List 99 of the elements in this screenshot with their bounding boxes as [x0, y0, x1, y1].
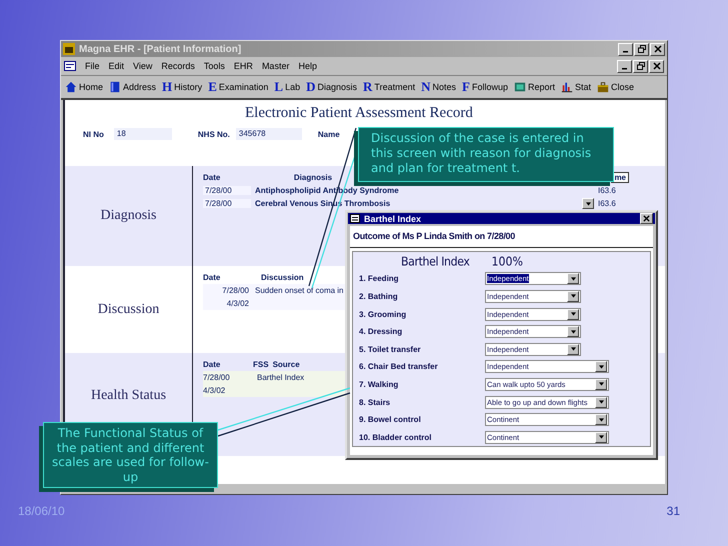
app-icon: [63, 43, 75, 55]
toolbar-button[interactable]: F Followup: [462, 81, 508, 93]
field-label: NI No: [83, 130, 104, 138]
menu-item[interactable]: Edit: [108, 61, 124, 71]
menu-item[interactable]: Master: [262, 61, 290, 71]
caret-icon: [586, 202, 590, 206]
caret-icon: [598, 382, 604, 386]
field-label: Name: [318, 130, 340, 138]
column-header: Date: [203, 172, 222, 182]
form-icon: [350, 214, 360, 224]
item-label: 10. Bladder control: [359, 432, 432, 442]
document-icon: [64, 60, 76, 72]
item-label: 2. Bathing: [359, 292, 399, 301]
item-label: 1. Feeding: [359, 274, 400, 284]
item-label: 3. Grooming: [359, 310, 408, 319]
minimize-button[interactable]: [617, 60, 632, 72]
caret-icon: [570, 276, 576, 281]
menu-item[interactable]: File: [85, 61, 100, 71]
table-cell-text: 7/28/00: [221, 286, 250, 295]
table-cell: Sudden onset of coma in: [255, 286, 344, 295]
dialog-title: Barthel Index: [364, 214, 422, 224]
close-button[interactable]: [640, 213, 653, 224]
letter-icon: E: [208, 81, 217, 93]
caret-icon: [570, 312, 576, 316]
window-title: Magna EHR - [Patient Information]: [79, 44, 242, 54]
section-title: Diagnosis: [65, 166, 193, 266]
column-header: Date: [203, 272, 222, 282]
toolbar-button[interactable]: D Diagnosis: [306, 81, 358, 93]
slide-date: 18/06/10: [18, 504, 65, 518]
item-label: 5. Toilet transfer: [359, 344, 422, 354]
table-cell-text: 4/3/02: [226, 299, 250, 308]
nhs-number-field[interactable]: 345678: [236, 128, 302, 140]
house-icon: [65, 81, 77, 93]
letter-icon: D: [306, 81, 316, 93]
score-label: Barthel Index: [401, 254, 470, 271]
toolbar-button[interactable]: Close: [597, 81, 634, 93]
outcome-heading: Outcome of Ms P Linda Smith on 7/28/00: [350, 226, 653, 248]
book-icon: [109, 81, 122, 93]
item-label: 9. Bowel control: [359, 415, 422, 424]
table-cell-text: I63.6: [598, 199, 617, 208]
item-label: 7. Walking: [359, 380, 400, 389]
item-label: 6. Chair Bed transfer: [359, 362, 439, 372]
letter-icon: F: [462, 81, 470, 93]
table-cell-text: 4/3/02: [203, 386, 226, 395]
briefcase-icon: [597, 81, 610, 93]
menu-item[interactable]: Tools: [204, 61, 225, 71]
table-cell-text: I63.6: [598, 186, 617, 195]
table-cell: 7/28/00: [203, 186, 251, 195]
close-icon: [652, 62, 660, 70]
bar-chart-icon: [561, 81, 573, 93]
caret-icon: [598, 364, 604, 369]
toolbar-button[interactable]: E Examination: [208, 81, 268, 93]
letter-icon: H: [162, 81, 172, 93]
toolbar-button[interactable]: R Treatment: [363, 81, 416, 93]
restore-button[interactable]: [633, 60, 648, 72]
column-header: Discussion: [261, 272, 304, 282]
column-header: Source: [272, 360, 300, 368]
table-cell: 7/28/00: [203, 199, 251, 208]
toolbar-button[interactable]: Report: [514, 81, 555, 93]
column-header: Date: [203, 360, 222, 368]
menu-item[interactable]: View: [133, 61, 152, 71]
toolbar-button[interactable]: H History: [162, 81, 202, 93]
restore-button[interactable]: [634, 42, 649, 56]
caret-icon: [570, 294, 576, 298]
menu-item[interactable]: Help: [298, 61, 317, 71]
toolbar-button[interactable]: N Notes: [421, 81, 456, 93]
restore-icon: [638, 45, 646, 53]
record-title: Electronic Patient Assessment Record: [244, 104, 474, 122]
table-cell: Barthel Index: [257, 373, 304, 382]
minimize-button[interactable]: [618, 42, 633, 56]
letter-icon: L: [274, 81, 284, 93]
close-button[interactable]: [650, 42, 665, 56]
field-label: NHS No.: [198, 130, 230, 138]
dropdown-button[interactable]: [582, 198, 594, 209]
column-header: FSS: [253, 360, 269, 368]
menu-item[interactable]: EHR: [234, 61, 253, 71]
item-label: 8. Stairs: [359, 398, 392, 407]
caret-icon: [598, 418, 604, 422]
score-value: 100%: [492, 254, 523, 271]
caret-icon: [598, 400, 604, 404]
screen-icon: [514, 81, 526, 93]
toolbar-button[interactable]: Address: [109, 81, 156, 93]
letter-icon: N: [421, 81, 430, 93]
column-header: Diagnosis: [292, 172, 334, 182]
close-button[interactable]: [649, 60, 664, 72]
restore-icon: [636, 62, 644, 70]
item-label: 4. Dressing: [359, 327, 404, 336]
table-cell-text: 7/28/00: [203, 373, 231, 382]
toolbar-button[interactable]: Home: [65, 81, 104, 93]
menu-item[interactable]: Records: [161, 61, 195, 71]
caret-icon: [598, 435, 604, 440]
close-icon: [654, 45, 662, 53]
caret-icon: [570, 330, 576, 334]
letter-icon: R: [363, 81, 372, 93]
slide-number: 31: [666, 504, 680, 518]
close-icon: [643, 215, 650, 222]
ni-number-field[interactable]: 18: [114, 128, 172, 140]
toolbar-button[interactable]: Stat: [561, 81, 592, 93]
toolbar-button[interactable]: L Lab: [274, 81, 300, 93]
